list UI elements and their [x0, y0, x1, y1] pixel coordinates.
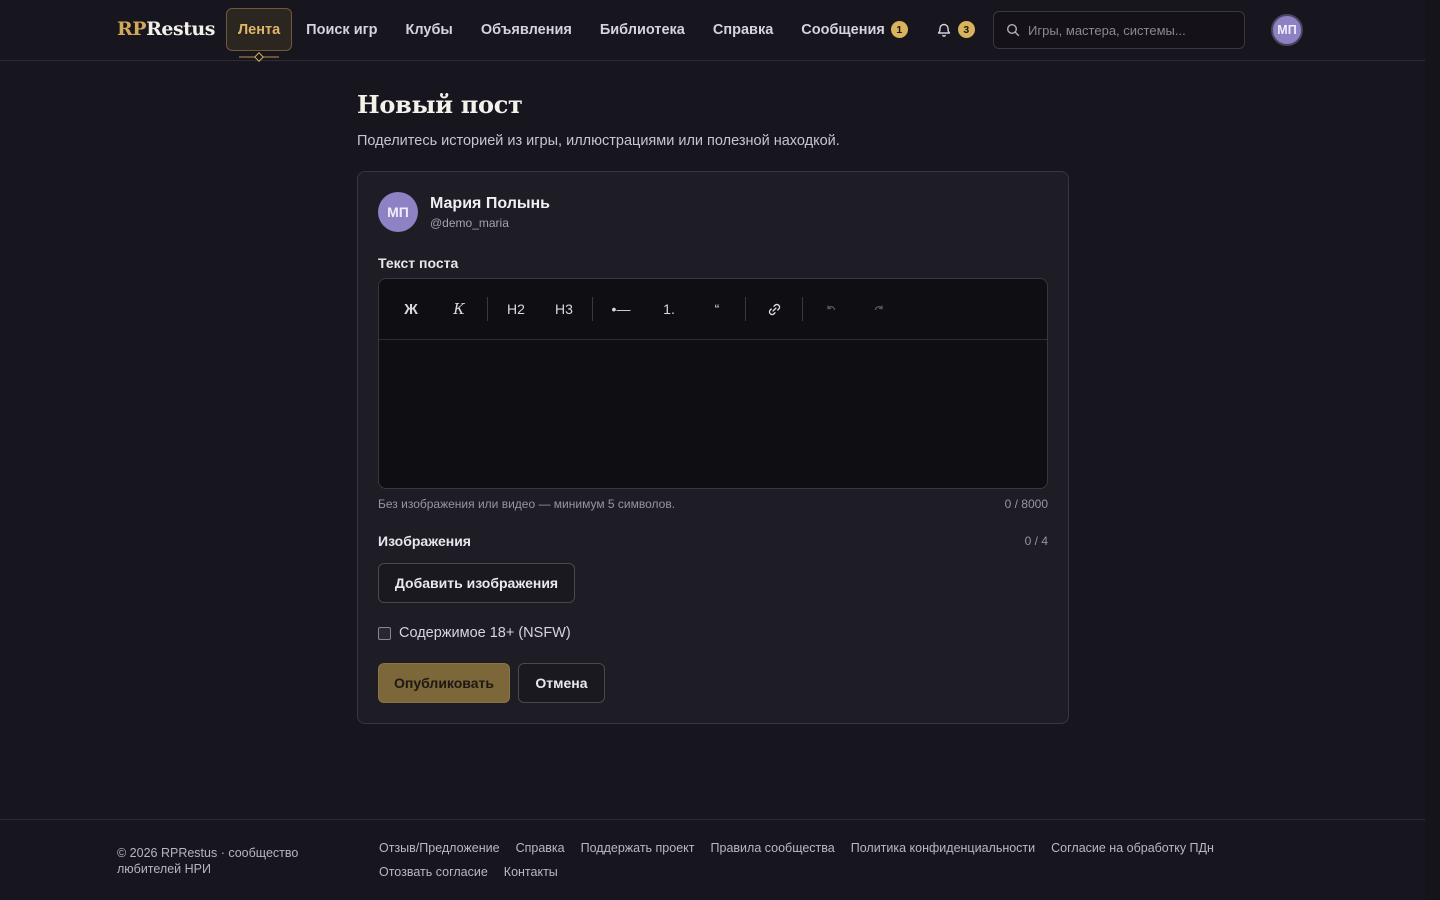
- nav-item-label: Объявления: [480, 21, 572, 38]
- page-subtitle: Поделитесь историей из игры, иллюстрация…: [357, 133, 840, 149]
- toolbar-divider: [487, 297, 488, 321]
- toolbar-divider: [745, 297, 746, 321]
- nav-item-game-search[interactable]: Поиск игр: [292, 8, 391, 51]
- site-footer: © 2026 RPRestus · сообщество любителей Н…: [0, 819, 1425, 900]
- top-header: RPRestus Лента Поиск игр Клубы Объявлени…: [0, 0, 1425, 62]
- messages-badge: 1: [890, 21, 908, 38]
- main-nav: Лента Поиск игр Клубы Объявления Библиот…: [226, 8, 989, 62]
- page-scrollbar[interactable]: [1425, 0, 1440, 900]
- author-handle: @demo_maria: [430, 215, 509, 230]
- quote-button[interactable]: “: [693, 291, 741, 327]
- publish-button[interactable]: Опубликовать: [378, 663, 510, 703]
- rich-text-editor: Ж К H2 H3 •— 1. “: [378, 278, 1048, 489]
- user-avatar[interactable]: МП: [1271, 14, 1303, 46]
- author-name: Мария Полынь: [430, 194, 551, 212]
- page-title: Новый пост: [357, 90, 523, 119]
- toolbar-divider: [592, 297, 593, 321]
- italic-button[interactable]: К: [435, 291, 483, 327]
- footer-links: Отзыв/Предложение Справка Поддержать про…: [371, 840, 1251, 880]
- logo-suffix: Restus: [146, 18, 215, 40]
- footer-link-consent[interactable]: Согласие на обработку ПДн: [1043, 840, 1222, 856]
- nav-item-label: Лента: [238, 21, 281, 38]
- notifications-badge: 3: [957, 21, 975, 38]
- nav-item-label: Клубы: [405, 21, 453, 38]
- search-box: [993, 11, 1245, 49]
- post-text-area[interactable]: [379, 340, 1047, 488]
- search-input[interactable]: [1028, 22, 1228, 38]
- heading3-button[interactable]: H3: [540, 291, 588, 327]
- post-text-label: Текст поста: [378, 255, 459, 271]
- nav-item-label: Поиск игр: [306, 21, 378, 38]
- nav-item-feed[interactable]: Лента: [226, 8, 293, 62]
- footer-link-contacts[interactable]: Контакты: [496, 864, 566, 880]
- footer-link-privacy[interactable]: Политика конфиденциальности: [843, 840, 1043, 856]
- images-counter: 0 / 4: [1024, 534, 1048, 548]
- post-author: МП Мария Полынь @demo_maria: [378, 192, 550, 232]
- footer-link-help[interactable]: Справка: [508, 840, 573, 856]
- text-hint: Без изображения или видео — минимум 5 си…: [378, 497, 676, 511]
- nsfw-label[interactable]: Содержимое 18+ (NSFW): [399, 625, 571, 641]
- footer-link-revoke-consent[interactable]: Отозвать согласие: [371, 864, 496, 880]
- toolbar-divider: [802, 297, 803, 321]
- heading2-button[interactable]: H2: [492, 291, 540, 327]
- nav-item-library[interactable]: Библиотека: [586, 8, 699, 51]
- undo-button[interactable]: [807, 291, 855, 327]
- new-post-form: МП Мария Полынь @demo_maria Текст поста …: [357, 171, 1069, 724]
- link-button[interactable]: [750, 291, 798, 327]
- redo-icon: [874, 305, 883, 311]
- active-indicator-icon: [239, 52, 279, 62]
- add-images-button[interactable]: Добавить изображения: [378, 563, 575, 603]
- editor-toolbar: Ж К H2 H3 •— 1. “: [379, 279, 1047, 340]
- footer-link-feedback[interactable]: Отзыв/Предложение: [371, 840, 508, 856]
- copyright-text: © 2026 RPRestus · сообщество любителей Н…: [117, 846, 299, 876]
- redo-button[interactable]: [855, 291, 903, 327]
- cancel-button[interactable]: Отмена: [518, 663, 605, 703]
- footer-link-rules[interactable]: Правила сообщества: [703, 840, 843, 856]
- char-counter: 0 / 8000: [1004, 497, 1048, 511]
- nav-item-clubs[interactable]: Клубы: [392, 8, 467, 51]
- nav-item-label: Библиотека: [599, 21, 685, 38]
- search-icon: [1006, 23, 1020, 37]
- bold-button[interactable]: Ж: [387, 291, 435, 327]
- author-avatar: МП: [378, 192, 418, 232]
- logo-prefix: RP: [117, 18, 147, 40]
- undo-icon: [827, 305, 836, 311]
- nsfw-option: Содержимое 18+ (NSFW): [378, 625, 571, 641]
- footer-link-support[interactable]: Поддержать проект: [573, 840, 703, 856]
- images-label: Изображения: [378, 533, 471, 549]
- nav-item-label: Справка: [712, 21, 774, 38]
- nav-item-ads[interactable]: Объявления: [467, 8, 586, 51]
- notifications-button[interactable]: 3: [922, 8, 989, 51]
- nav-item-help[interactable]: Справка: [699, 8, 787, 51]
- nav-item-messages[interactable]: Сообщения 1: [787, 8, 922, 51]
- bell-icon: [937, 23, 951, 37]
- bullet-list-button[interactable]: •—: [597, 291, 645, 327]
- nsfw-checkbox[interactable]: [378, 626, 391, 640]
- nav-item-label: Сообщения: [801, 21, 885, 38]
- ordered-list-button[interactable]: 1.: [645, 291, 693, 327]
- site-logo[interactable]: RPRestus: [117, 18, 215, 40]
- link-icon: [768, 303, 780, 315]
